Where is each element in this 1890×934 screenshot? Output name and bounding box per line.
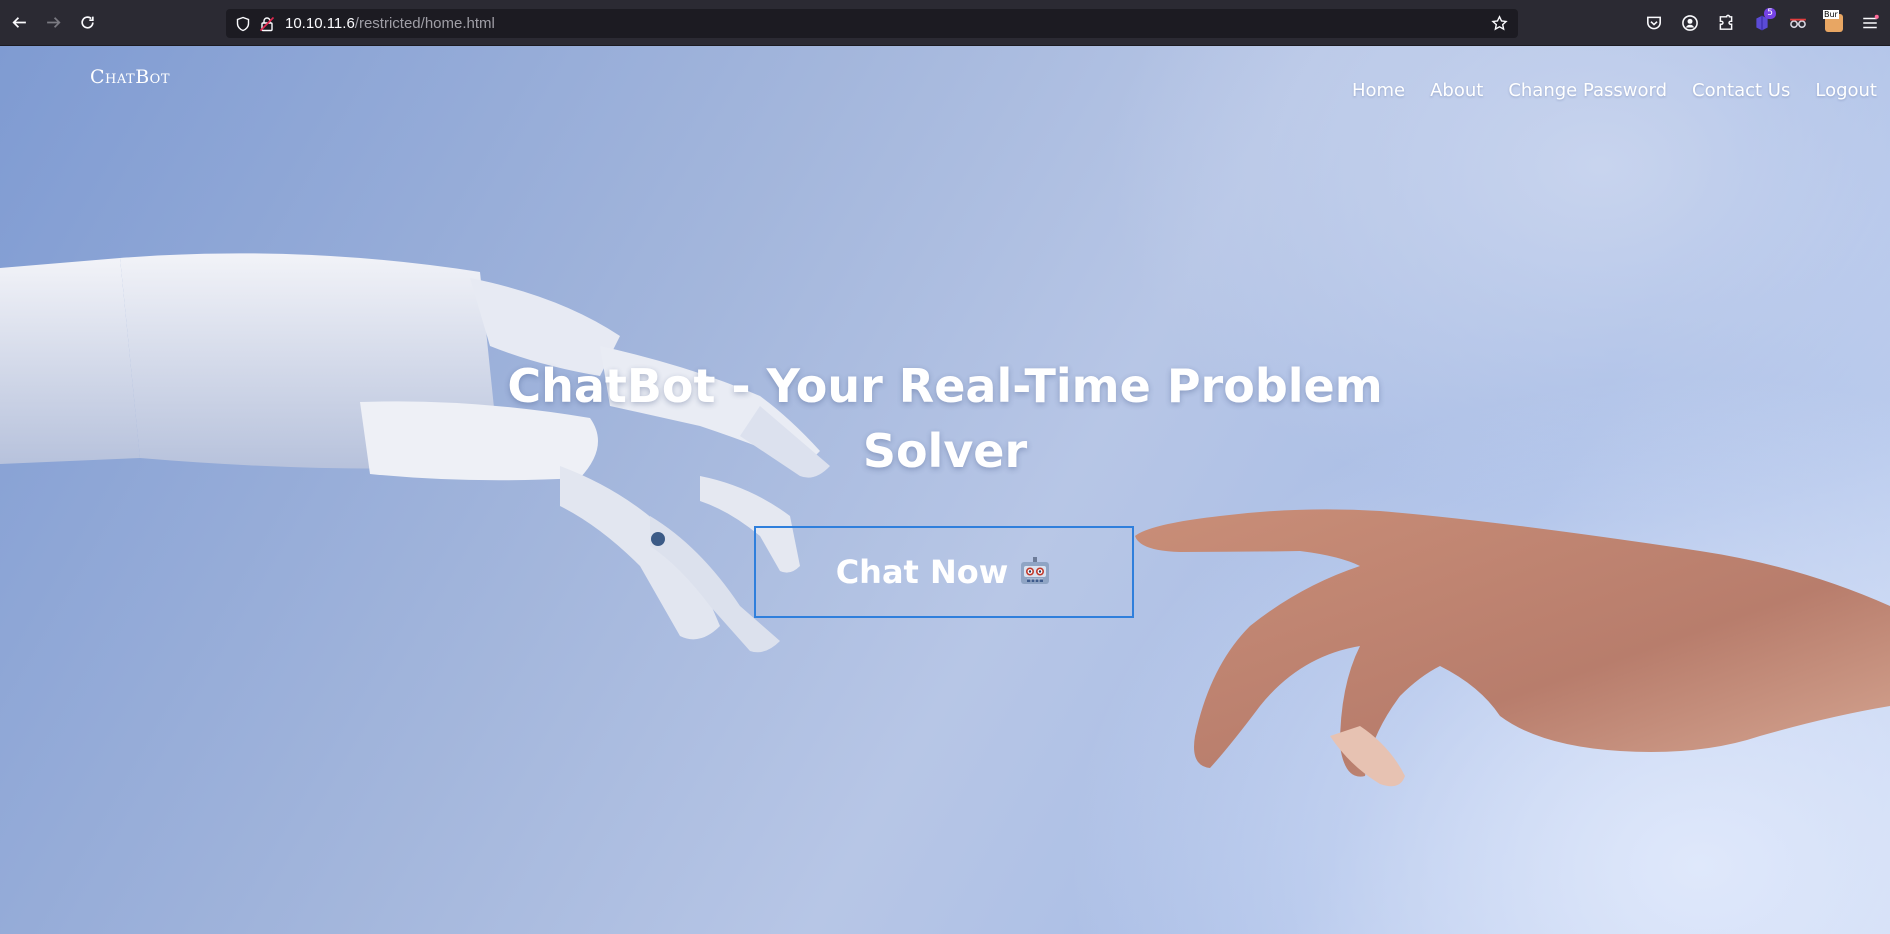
nav-contact-us-link[interactable]: Contact Us: [1692, 80, 1790, 101]
extensions-icon[interactable]: [1708, 5, 1744, 41]
hero-headline: ChatBot - Your Real-Time Problem Solver: [495, 354, 1395, 484]
hero-headline-line1: ChatBot - Your Real-Time Problem: [507, 359, 1383, 413]
nav-about-link[interactable]: About: [1430, 80, 1483, 101]
shield-icon[interactable]: [235, 16, 251, 32]
reload-icon: [80, 16, 94, 29]
reload-button[interactable]: [70, 6, 104, 40]
chat-now-label: Chat Now: [835, 553, 1009, 591]
forward-button[interactable]: [36, 6, 70, 40]
bookmark-star-icon[interactable]: [1491, 15, 1508, 32]
account-icon[interactable]: [1672, 5, 1708, 41]
site-nav: Home About Change Password Contact Us Lo…: [1352, 80, 1877, 101]
insecure-lock-icon[interactable]: [259, 16, 275, 32]
nav-home-link[interactable]: Home: [1352, 80, 1405, 101]
robot-icon: [1018, 555, 1052, 589]
glasses-extension-icon[interactable]: [1780, 5, 1816, 41]
url-path: /restricted/home.html: [354, 15, 495, 32]
human-hand: [1135, 509, 1890, 787]
extension-icon[interactable]: 5: [1744, 5, 1780, 41]
chat-now-button[interactable]: Chat Now: [754, 526, 1134, 618]
nav-logout-link[interactable]: Logout: [1815, 80, 1877, 101]
extension-badge: 5: [1764, 7, 1776, 19]
menu-icon[interactable]: [1852, 5, 1888, 41]
back-button[interactable]: [2, 6, 36, 40]
hero-headline-line2: Solver: [862, 424, 1028, 478]
pocket-icon[interactable]: [1636, 5, 1672, 41]
page-viewport: ChatBot Home About Change Password Conta…: [0, 46, 1890, 934]
burp-logo: Bur: [1823, 9, 1843, 32]
burp-extension-icon[interactable]: Bur: [1816, 5, 1852, 41]
nav-change-password-link[interactable]: Change Password: [1508, 80, 1667, 101]
browser-toolbar: 10.10.11.6/restricted/home.html 5 Bur: [0, 0, 1890, 46]
site-brand-logo[interactable]: ChatBot: [90, 66, 170, 88]
url-host: 10.10.11.6: [285, 15, 355, 32]
back-arrow-icon: [11, 17, 26, 28]
burp-label: Bur: [1823, 9, 1839, 19]
hero-background-image: [0, 253, 1890, 787]
forward-arrow-icon: [46, 17, 61, 28]
toolbar-right: 5 Bur: [1636, 0, 1890, 45]
url-bar[interactable]: 10.10.11.6/restricted/home.html: [226, 9, 1518, 38]
